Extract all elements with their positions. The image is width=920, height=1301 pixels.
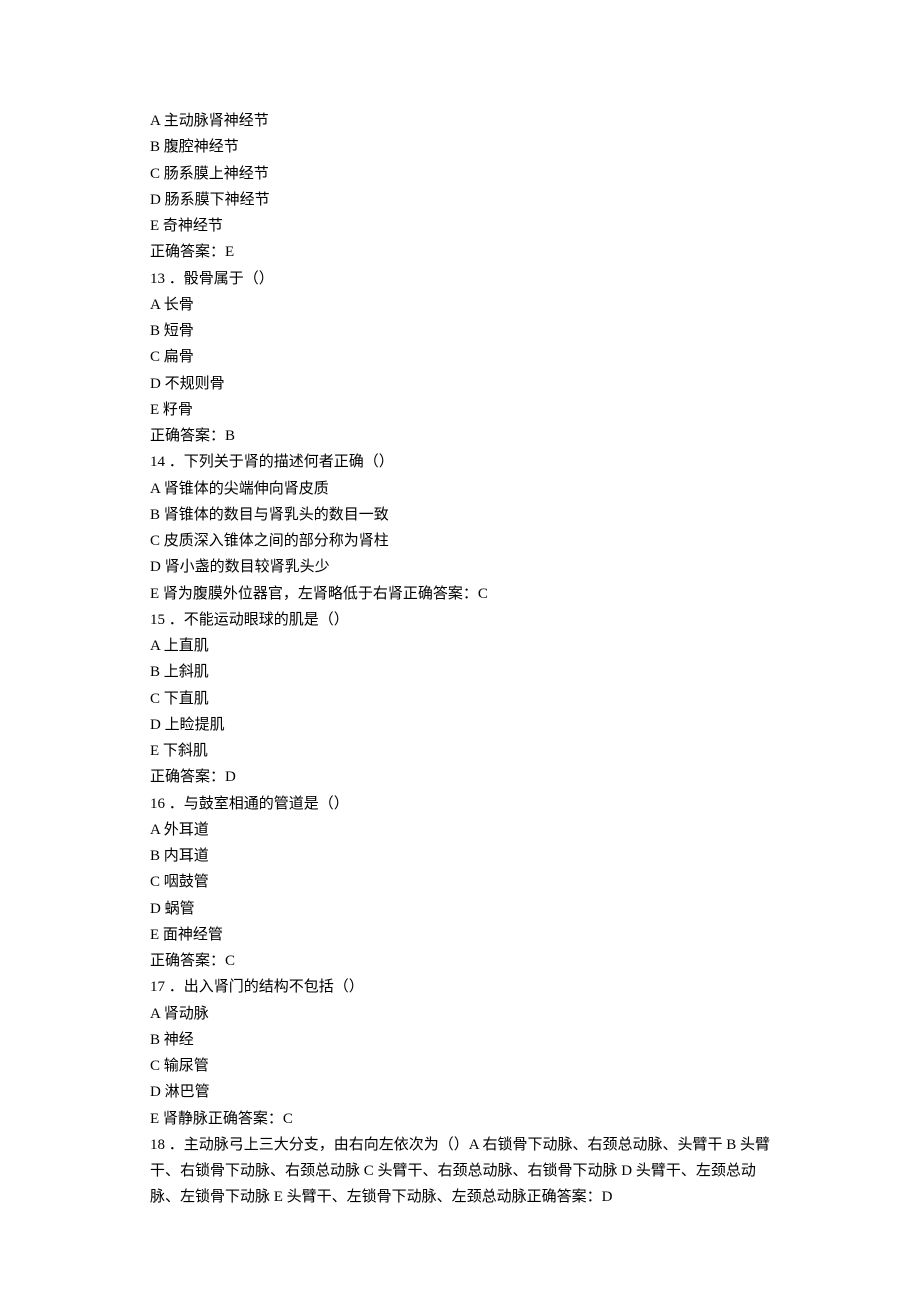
q17-option-c: C 输尿管 [150,1053,770,1079]
q13-answer: 正确答案：B [150,423,770,449]
q15-option-e: E 下斜肌 [150,738,770,764]
q12-answer: 正确答案：E [150,239,770,265]
q16-option-b: B 内耳道 [150,843,770,869]
q13-option-d: D 不规则骨 [150,371,770,397]
q14-stem: 14 ．下列关于肾的描述何者正确（） [150,449,770,475]
q16-answer: 正确答案：C [150,948,770,974]
q17-stem: 17 ．出入肾门的结构不包括（） [150,974,770,1000]
q12-option-d: D 肠系膜下神经节 [150,187,770,213]
q16-option-d: D 蜗管 [150,896,770,922]
q15-answer: 正确答案：D [150,764,770,790]
q16-option-e: E 面神经管 [150,922,770,948]
q14-option-c: C 皮质深入锥体之间的部分称为肾柱 [150,528,770,554]
q17-option-a: A 肾动脉 [150,1001,770,1027]
q13-option-e: E 籽骨 [150,397,770,423]
q14-option-e: E 肾为腹膜外位器官，左肾略低于右肾正确答案：C [150,581,770,607]
q13-option-a: A 长骨 [150,292,770,318]
q14-option-a: A 肾锥体的尖端伸向肾皮质 [150,476,770,502]
q14-option-b: B 肾锥体的数目与肾乳头的数目一致 [150,502,770,528]
q15-option-d: D 上睑提肌 [150,712,770,738]
q13-option-b: B 短骨 [150,318,770,344]
q17-option-b: B 神经 [150,1027,770,1053]
q16-stem: 16 ．与鼓室相通的管道是（） [150,791,770,817]
q16-option-c: C 咽鼓管 [150,869,770,895]
q17-option-e: E 肾静脉正确答案：C [150,1106,770,1132]
q12-option-a: A 主动脉肾神经节 [150,108,770,134]
q15-stem: 15 ．不能运动眼球的肌是（） [150,607,770,633]
q16-option-a: A 外耳道 [150,817,770,843]
q14-option-d: D 肾小盏的数目较肾乳头少 [150,554,770,580]
q15-option-a: A 上直肌 [150,633,770,659]
q12-option-b: B 腹腔神经节 [150,134,770,160]
q12-option-e: E 奇神经节 [150,213,770,239]
q17-option-d: D 淋巴管 [150,1079,770,1105]
q15-option-b: B 上斜肌 [150,659,770,685]
q13-option-c: C 扁骨 [150,344,770,370]
q13-stem: 13 ．骰骨属于（） [150,266,770,292]
q18-stem: 18 ．主动脉弓上三大分支，由右向左依次为（）A 右锁骨下动脉、右颈总动脉、头臂… [150,1132,770,1211]
q15-option-c: C 下直肌 [150,686,770,712]
q12-option-c: C 肠系膜上神经节 [150,161,770,187]
document-page: A 主动脉肾神经节 B 腹腔神经节 C 肠系膜上神经节 D 肠系膜下神经节 E … [0,0,920,1301]
